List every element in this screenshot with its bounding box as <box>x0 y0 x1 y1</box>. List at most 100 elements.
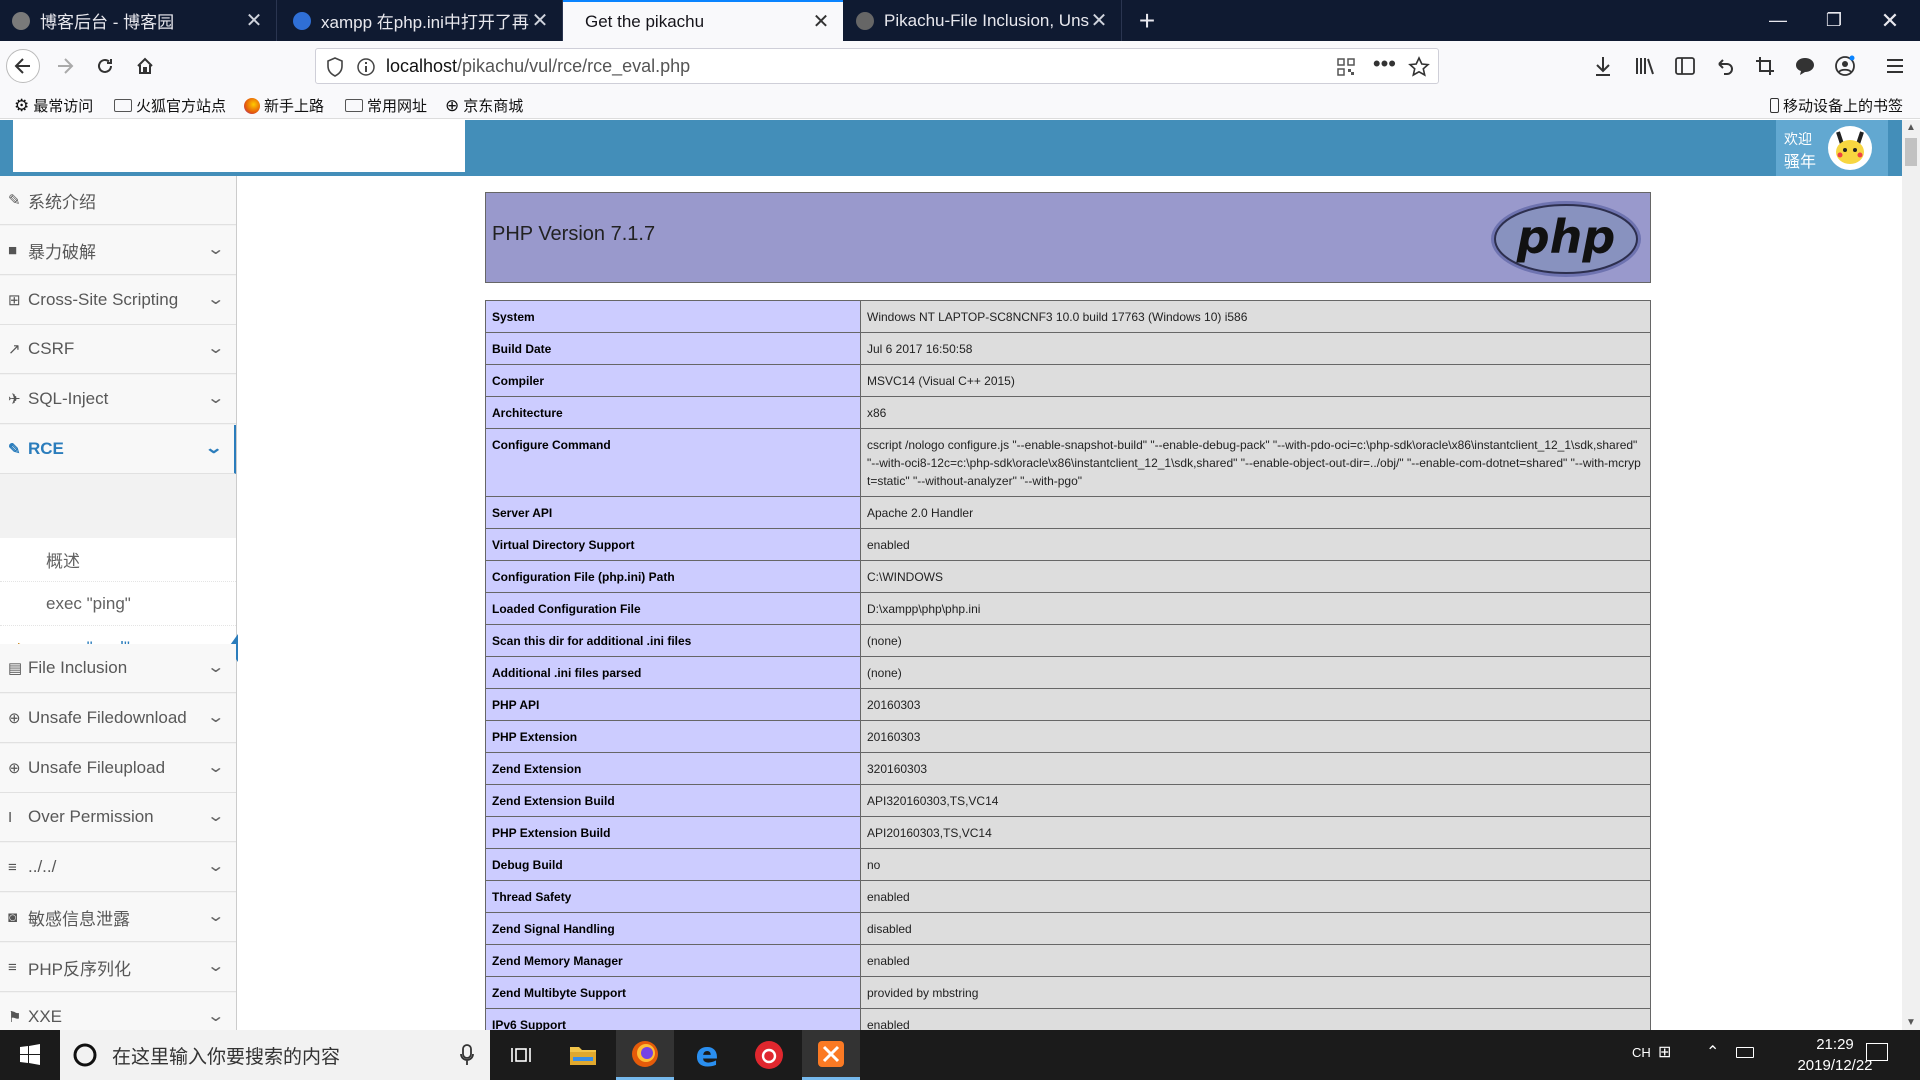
battery-icon[interactable] <box>1736 1047 1754 1058</box>
bookmark-common-sites[interactable]: 常用网址 <box>345 95 427 116</box>
tab-favicon-icon <box>12 11 30 30</box>
sidebar-subitem[interactable]: 概述 <box>0 538 236 582</box>
xampp-app[interactable] <box>802 1030 860 1080</box>
chevron-down-icon: ⌄ <box>205 808 225 825</box>
reload-button[interactable] <box>88 49 122 83</box>
tab-close-icon[interactable]: ✕ <box>1089 8 1109 33</box>
chevron-down-icon: ⌄ <box>203 440 223 457</box>
qr-code-icon[interactable] <box>1336 57 1356 77</box>
config-value: cscript /nologo configure.js "--enable-s… <box>860 428 1651 497</box>
reload-icon <box>98 58 112 73</box>
scroll-down-arrow-icon[interactable]: ▼ <box>1906 1017 1916 1028</box>
user-info[interactable]: 欢迎 骚年 <box>1776 120 1888 176</box>
taskbar-search[interactable]: 在这里输入你要搜索的内容 <box>60 1030 490 1080</box>
star-bookmark-icon[interactable] <box>1408 56 1430 78</box>
sidebar-item[interactable]: ↗ CSRF ⌄ <box>0 325 236 374</box>
sidebar-item[interactable]: ≡ ../../ ⌄ <box>0 843 236 892</box>
back-button[interactable] <box>6 49 40 83</box>
vertical-scrollbar[interactable]: ▲ ▼ <box>1902 120 1920 1030</box>
forward-button[interactable] <box>48 49 82 83</box>
restore-button[interactable]: ❐ <box>1806 0 1862 41</box>
sidebar-item[interactable]: ⊕ Unsafe Filedownload ⌄ <box>0 694 236 743</box>
php-version-title: PHP Version 7.1.7 <box>492 223 656 245</box>
tab-close-icon[interactable]: ✕ <box>244 8 264 33</box>
browser-tab[interactable]: xampp 在php.ini中打开了再测 ✕ <box>281 0 563 41</box>
table-row: Zend Extension 320160303 <box>485 752 1651 785</box>
new-tab-button[interactable]: + <box>1130 0 1164 41</box>
config-value: provided by mbstring <box>860 976 1651 1009</box>
browser-tab[interactable]: Get the pikachu ✕ <box>563 0 843 41</box>
arrow-left-icon <box>14 58 30 74</box>
netease-music-app[interactable] <box>740 1030 798 1080</box>
config-value: enabled <box>860 1008 1651 1030</box>
tab-close-icon[interactable]: ✕ <box>530 8 550 33</box>
config-key: Zend Extension <box>485 752 861 785</box>
table-row: Zend Extension Build API320160303,TS,VC14 <box>485 784 1651 817</box>
file-explorer-app[interactable] <box>554 1030 612 1080</box>
browser-tab[interactable]: Pikachu-File Inclusion, Uns ✕ <box>844 0 1122 41</box>
scrollbar-thumb[interactable] <box>1905 138 1917 166</box>
mobile-bookmarks[interactable]: 移动设备上的书签 <box>1770 95 1903 116</box>
sidebar-subitem[interactable]: exec "ping" <box>0 582 236 626</box>
chat-button[interactable] <box>1788 49 1822 83</box>
notification-center-icon[interactable] <box>1866 1043 1888 1061</box>
sidebar-item[interactable]: ✈ SQL-Inject ⌄ <box>0 375 236 424</box>
screenshot-button[interactable] <box>1748 49 1782 83</box>
config-key: Configuration File (php.ini) Path <box>485 560 861 593</box>
sidebar-item[interactable]: ◙ 敏感信息泄露 ⌄ <box>0 893 236 942</box>
sitemap-icon: ⊞ <box>8 292 21 309</box>
sidebar-item[interactable]: ▤ File Inclusion ⌄ <box>0 644 236 693</box>
sidebar-item[interactable]: I Over Permission ⌄ <box>0 793 236 842</box>
config-key: System <box>485 300 861 333</box>
sidebar-item[interactable]: ⊕ Unsafe Fileupload ⌄ <box>0 744 236 793</box>
tray-expand-icon[interactable]: ⌃ <box>1706 1042 1719 1062</box>
home-button[interactable] <box>128 49 162 83</box>
config-value: enabled <box>860 528 1651 561</box>
netease-music-icon <box>755 1041 783 1069</box>
tab-close-icon[interactable]: ✕ <box>811 9 831 34</box>
site-logo-area[interactable] <box>13 120 465 172</box>
sidebar-item[interactable]: ⚑ XXE ⌄ <box>0 993 236 1030</box>
task-view-button[interactable] <box>492 1030 550 1080</box>
undo-close-button[interactable] <box>1708 49 1742 83</box>
sidebar-item[interactable]: ⊞ Cross-Site Scripting ⌄ <box>0 276 236 325</box>
library-button[interactable] <box>1628 49 1662 83</box>
sidebar-item-label: 敏感信息泄露 <box>28 909 130 929</box>
config-value: API320160303,TS,VC14 <box>860 784 1651 817</box>
scroll-up-arrow-icon[interactable]: ▲ <box>1906 122 1916 133</box>
address-bar[interactable]: localhost/pikachu/vul/rce/rce_eval.php •… <box>315 48 1439 84</box>
ime-mode-icon[interactable]: ⊞ <box>1658 1042 1671 1062</box>
ime-indicator[interactable]: CH <box>1632 1045 1651 1060</box>
table-row: Scan this dir for additional .ini files(… <box>485 624 1651 657</box>
search-placeholder: 在这里输入你要搜索的内容 <box>112 1046 341 1068</box>
downloads-button[interactable] <box>1586 49 1620 83</box>
sidebar-item[interactable]: ≡ PHP反序列化 ⌄ <box>0 943 236 992</box>
browser-tab[interactable]: 博客后台 - 博客园 ✕ <box>0 0 277 41</box>
table-row: Zend Memory Manager enabled <box>485 944 1651 977</box>
close-window-button[interactable]: ✕ <box>1862 0 1918 41</box>
table-row: IPv6 Support enabled <box>485 1008 1651 1030</box>
minimize-button[interactable]: — <box>1750 0 1806 41</box>
firefox-icon <box>244 97 260 114</box>
menu-button[interactable] <box>1878 49 1912 83</box>
firefox-app[interactable] <box>616 1030 674 1080</box>
chevron-down-icon: ⌄ <box>205 908 225 925</box>
start-button[interactable] <box>0 1030 60 1080</box>
sidebar-toggle-button[interactable] <box>1668 49 1702 83</box>
edge-app[interactable]: e <box>678 1030 736 1080</box>
account-button[interactable] <box>1828 49 1862 83</box>
sidebar-item[interactable]: ✎ RCE ⌄ <box>0 425 236 474</box>
bookmark-most-visited[interactable]: ⚙ 最常访问 <box>14 95 93 116</box>
bookmark-getting-started[interactable]: 新手上路 <box>244 95 324 116</box>
bookmark-firefox-official[interactable]: 火狐官方站点 <box>114 95 226 116</box>
sidebar-item[interactable]: ■ 暴力破解 ⌄ <box>0 226 236 275</box>
page-actions-icon[interactable]: ••• <box>1373 51 1396 77</box>
sidebar-item[interactable]: ✎ 系统介绍 <box>0 176 236 225</box>
phpinfo-table: System Windows NT LAPTOP-SC8NCNF3 10.0 bu… <box>485 300 1651 1030</box>
bookmark-jd-mall[interactable]: ⊕ 京东商城 <box>445 95 523 116</box>
external-link-icon: ↗ <box>8 341 21 358</box>
firefox-icon <box>632 1040 658 1067</box>
bookmarks-toolbar: ⚙ 最常访问 火狐官方站点 新手上路 常用网址 ⊕ 京东商城 移动设备上的书签 <box>0 91 1920 119</box>
microphone-icon[interactable] <box>460 1044 474 1066</box>
sidebar-item-label: 暴力破解 <box>28 242 96 262</box>
